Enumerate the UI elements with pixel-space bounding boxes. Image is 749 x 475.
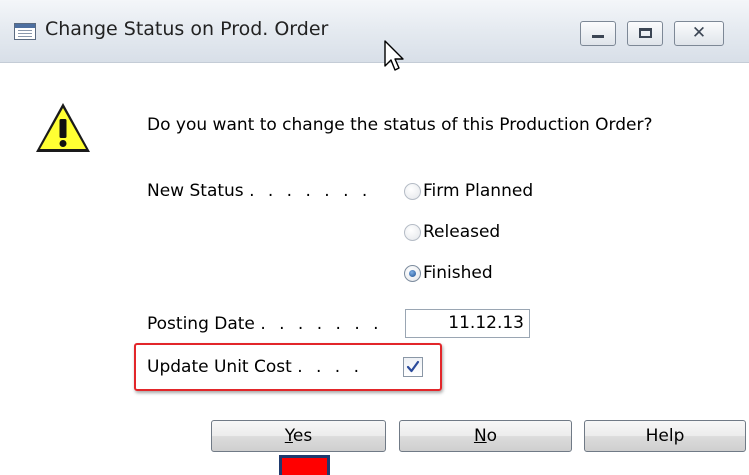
new-status-text: New Status <box>147 181 244 201</box>
close-icon: ✕ <box>691 23 707 43</box>
new-status-label: New Status . . . . . . . <box>147 181 371 201</box>
yes-accelerator: Y <box>284 426 293 446</box>
form-icon <box>14 23 36 40</box>
help-button[interactable]: Help <box>584 420 746 452</box>
window-title: Change Status on Prod. Order <box>45 18 329 40</box>
radio-released[interactable] <box>404 224 421 241</box>
update-unit-cost-checkbox[interactable] <box>403 357 423 377</box>
posting-date-field[interactable]: 11.12.13 <box>405 309 530 338</box>
checkmark-icon <box>406 360 420 373</box>
update-unit-cost-text: Update Unit Cost <box>147 357 292 377</box>
no-label-rest: o <box>486 426 498 446</box>
update-unit-cost-label: Update Unit Cost . . . . <box>147 357 363 377</box>
radio-label-firm-planned[interactable]: Firm Planned <box>423 181 533 201</box>
leader-dots: . . . . <box>297 357 364 377</box>
leader-dots: . . . . . . . <box>249 181 372 201</box>
close-button[interactable]: ✕ <box>674 21 724 46</box>
mouse-cursor-icon <box>384 40 404 71</box>
posting-date-label: Posting Date . . . . . . . <box>147 314 383 334</box>
warning-icon <box>36 103 90 152</box>
no-button[interactable]: No <box>399 420 572 452</box>
posting-date-text: Posting Date <box>147 314 255 334</box>
maximize-icon <box>639 28 652 38</box>
radio-label-released[interactable]: Released <box>423 222 500 242</box>
maximize-button[interactable] <box>627 21 663 46</box>
no-accelerator: N <box>473 426 487 446</box>
radio-firm-planned[interactable] <box>404 183 421 200</box>
title-bar[interactable]: Change Status on Prod. Order ✕ <box>0 0 749 63</box>
radio-label-finished[interactable]: Finished <box>423 263 493 283</box>
red-marker <box>279 455 330 475</box>
yes-label-rest: es <box>292 426 313 446</box>
minimize-icon <box>592 35 604 38</box>
confirmation-question: Do you want to change the status of this… <box>147 115 653 135</box>
radio-finished[interactable] <box>404 265 421 282</box>
leader-dots: . . . . . . . <box>260 314 383 334</box>
yes-button[interactable]: Yes <box>211 420 386 452</box>
minimize-button[interactable] <box>580 21 616 46</box>
